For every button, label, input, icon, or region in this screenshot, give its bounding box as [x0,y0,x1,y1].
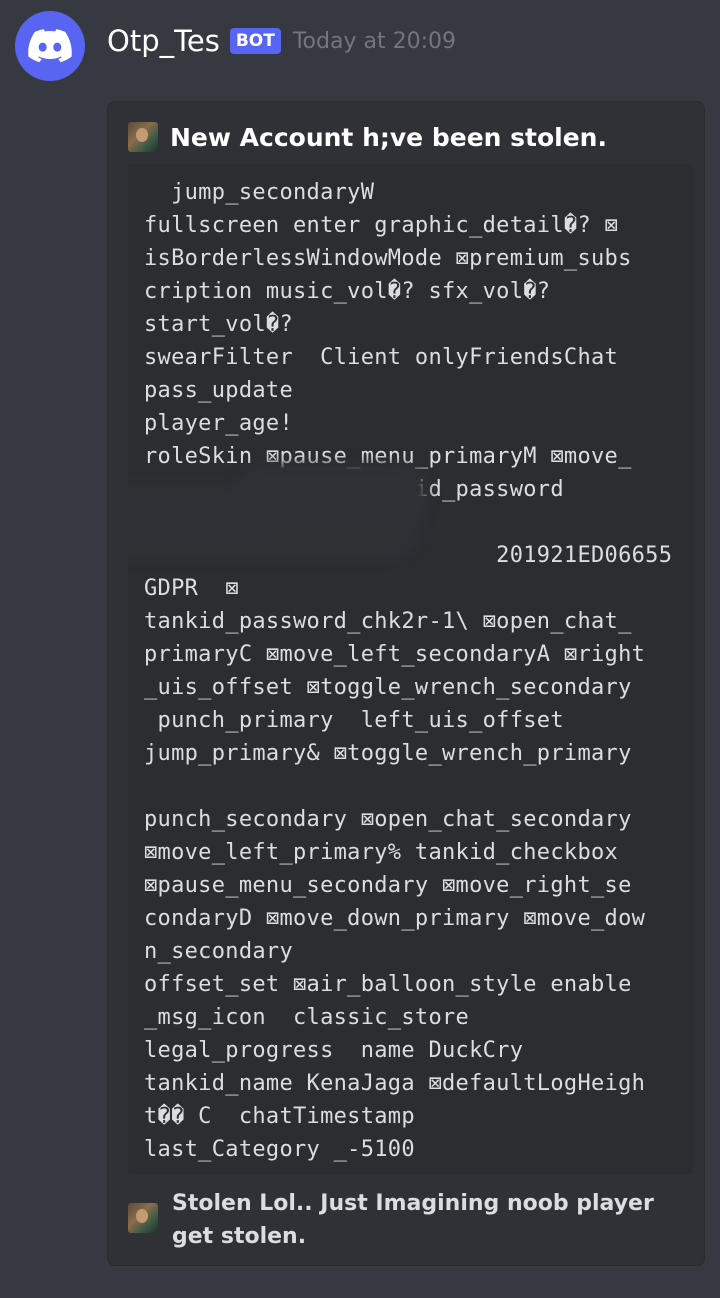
code-block-text: jump_secondaryW fullscreen enter graphic… [144,180,673,1162]
username[interactable]: Otp_Tes [107,24,220,58]
embed-footer-text: Stolen Lol.. Just Imagining noob player … [172,1191,654,1249]
footer-avatar-icon [128,1203,158,1233]
embed-author-name: New Account h;ve been stolen. [170,122,607,152]
embed-footer: Stolen Lol.. Just Imagining noob player … [128,1187,672,1253]
author-avatar-icon [128,122,158,152]
bot-avatar[interactable] [15,11,85,81]
message-header: Otp_Tes BOT Today at 20:09 [107,18,456,64]
embed-code-block: jump_secondaryW fullscreen enter graphic… [128,164,693,1174]
embed-author: New Account h;ve been stolen. [128,122,607,152]
message-embed: New Account h;ve been stolen. jump_secon… [107,101,705,1266]
redaction-scribble-overlap [238,464,428,524]
bot-badge: BOT [229,28,281,54]
discord-logo-icon [28,29,72,63]
message-timestamp: Today at 20:09 [292,28,456,54]
